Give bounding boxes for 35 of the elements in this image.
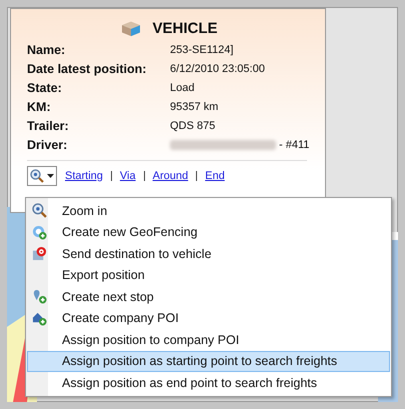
menu-item[interactable]: Send destination to vehicle (27, 243, 390, 264)
zoom-icon (32, 203, 47, 218)
target-icon (32, 246, 47, 262)
menu-item[interactable]: Create next stop (27, 286, 390, 308)
menu-item[interactable]: Assign position as end point to search freights (27, 372, 390, 394)
link[interactable]: Via (120, 170, 136, 182)
menu-item[interactable]: Export position (27, 264, 390, 286)
menu-item[interactable]: Zoom in (27, 200, 390, 222)
field-value: 253-SE1124] (170, 44, 234, 56)
field-value: Load (170, 82, 194, 94)
field-value: - #411 (279, 139, 310, 151)
link[interactable]: Around (152, 170, 188, 182)
menu-item[interactable]: Assign position as starting point to search freights (27, 350, 390, 372)
field-value: QDS 875 (170, 120, 216, 132)
link[interactable]: Starting (65, 170, 103, 182)
field-label: Name: (27, 43, 66, 57)
menu-item[interactable]: Assign position to company POI (27, 329, 390, 350)
zoom-icon (30, 169, 44, 183)
field-label: KM: (27, 100, 52, 114)
menu-item[interactable]: Create new GeoFencing (27, 222, 390, 243)
field-label: State: (27, 81, 63, 95)
card-title: VEHICLE (152, 20, 218, 36)
caret-icon (47, 174, 54, 178)
pin-plus-icon (32, 289, 47, 304)
field-value: 6/12/2010 23:05:00 (170, 63, 265, 75)
box-icon (120, 19, 142, 37)
field-value: 95357 km (170, 101, 218, 113)
zoom-dropdown-button[interactable] (27, 166, 57, 186)
target-plus-icon (32, 224, 47, 240)
field-label: Driver: (27, 138, 68, 152)
field-label: Date latest position: (27, 62, 148, 76)
menu-item[interactable]: Create company POI (27, 308, 390, 329)
house-plus-icon (32, 310, 47, 326)
link[interactable]: End (205, 170, 225, 182)
field-label: Trailer: (27, 119, 70, 133)
